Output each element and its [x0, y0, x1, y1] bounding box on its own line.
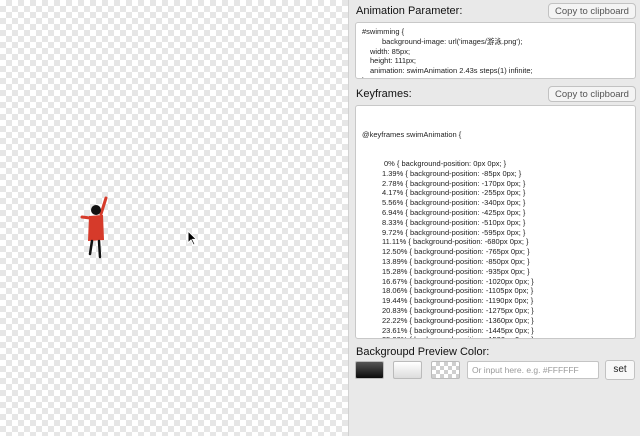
swimming-figure-sprite	[80, 196, 108, 259]
keyframe-line: 5.56% { background-position: -340px 0px;…	[382, 198, 526, 208]
preview-stage	[0, 0, 348, 436]
keyframe-line: 0% { background-position: 0px 0px; }	[384, 158, 507, 168]
animation-code-line: #swimming {	[362, 27, 405, 36]
keyframe-line: 20.83% { background-position: -1275px 0p…	[382, 305, 534, 315]
keyframe-line: 4.17% { background-position: -255px 0px;…	[382, 188, 526, 198]
keyframe-line: 18.06% { background-position: -1105px 0p…	[382, 286, 534, 296]
copy-keyframes-button[interactable]: Copy to clipboard	[548, 86, 636, 102]
keyframe-line: 13.89% { background-position: -850px 0px…	[382, 256, 530, 266]
background-color-label: Backgroupd Preview Color:	[356, 346, 490, 358]
keyframes-title: Keyframes:	[356, 88, 412, 100]
keyframe-line: 12.50% { background-position: -765px 0px…	[382, 247, 530, 257]
keyframes-section-header: Keyframes: Copy to clipboard	[356, 86, 636, 104]
animation-code-line: height: 111px;	[370, 56, 417, 66]
keyframe-line: 1.39% { background-position: -85px 0px; …	[382, 168, 522, 178]
keyframes-header-line: @keyframes swimAnimation {	[362, 129, 462, 139]
keyframes-code-box[interactable]: @keyframes swimAnimation { 0% { backgrou…	[355, 105, 636, 339]
animation-code-line: background-image: url('images/游泳.png');	[382, 36, 523, 46]
animation-parameter-title: Animation Parameter:	[356, 5, 463, 17]
black-swatch[interactable]	[355, 361, 384, 379]
keyframe-line: 8.33% { background-position: -510px 0px;…	[382, 217, 526, 227]
keyframe-line: 16.67% { background-position: -1020px 0p…	[382, 276, 534, 286]
animation-code-line: animation: swimAnimation 2.43s steps(1) …	[370, 66, 533, 76]
keyframe-line: 23.61% { background-position: -1445px 0p…	[382, 325, 534, 335]
copy-animation-button[interactable]: Copy to clipboard	[548, 3, 636, 19]
animation-code-line: }	[362, 76, 635, 78]
transparent-swatch[interactable]	[431, 361, 460, 379]
keyframe-line: 15.28% { background-position: -935px 0px…	[382, 266, 530, 276]
color-input[interactable]	[467, 361, 599, 379]
mouse-pointer-icon	[187, 230, 198, 246]
keyframe-line: 11.11% { background-position: -680px 0px…	[382, 237, 529, 247]
animation-section-header: Animation Parameter: Copy to clipboard	[356, 3, 636, 21]
animation-code-line: width: 85px;	[370, 46, 411, 56]
white-swatch[interactable]	[393, 361, 422, 379]
settings-panel: Animation Parameter: Copy to clipboard #…	[348, 0, 640, 436]
animation-code-box[interactable]: #swimming {background-image: url('images…	[355, 22, 636, 79]
keyframe-line: 19.44% { background-position: -1190px 0p…	[382, 296, 534, 306]
set-color-button[interactable]: set	[605, 360, 635, 380]
keyframe-line: 25.00% { background-position: -1530px 0p…	[362, 335, 635, 338]
keyframe-line: 2.78% { background-position: -170px 0px;…	[382, 178, 526, 188]
keyframe-line: 6.94% { background-position: -425px 0px;…	[382, 207, 526, 217]
keyframe-line: 9.72% { background-position: -595px 0px;…	[382, 227, 526, 237]
keyframe-line: 22.22% { background-position: -1360px 0p…	[382, 315, 534, 325]
